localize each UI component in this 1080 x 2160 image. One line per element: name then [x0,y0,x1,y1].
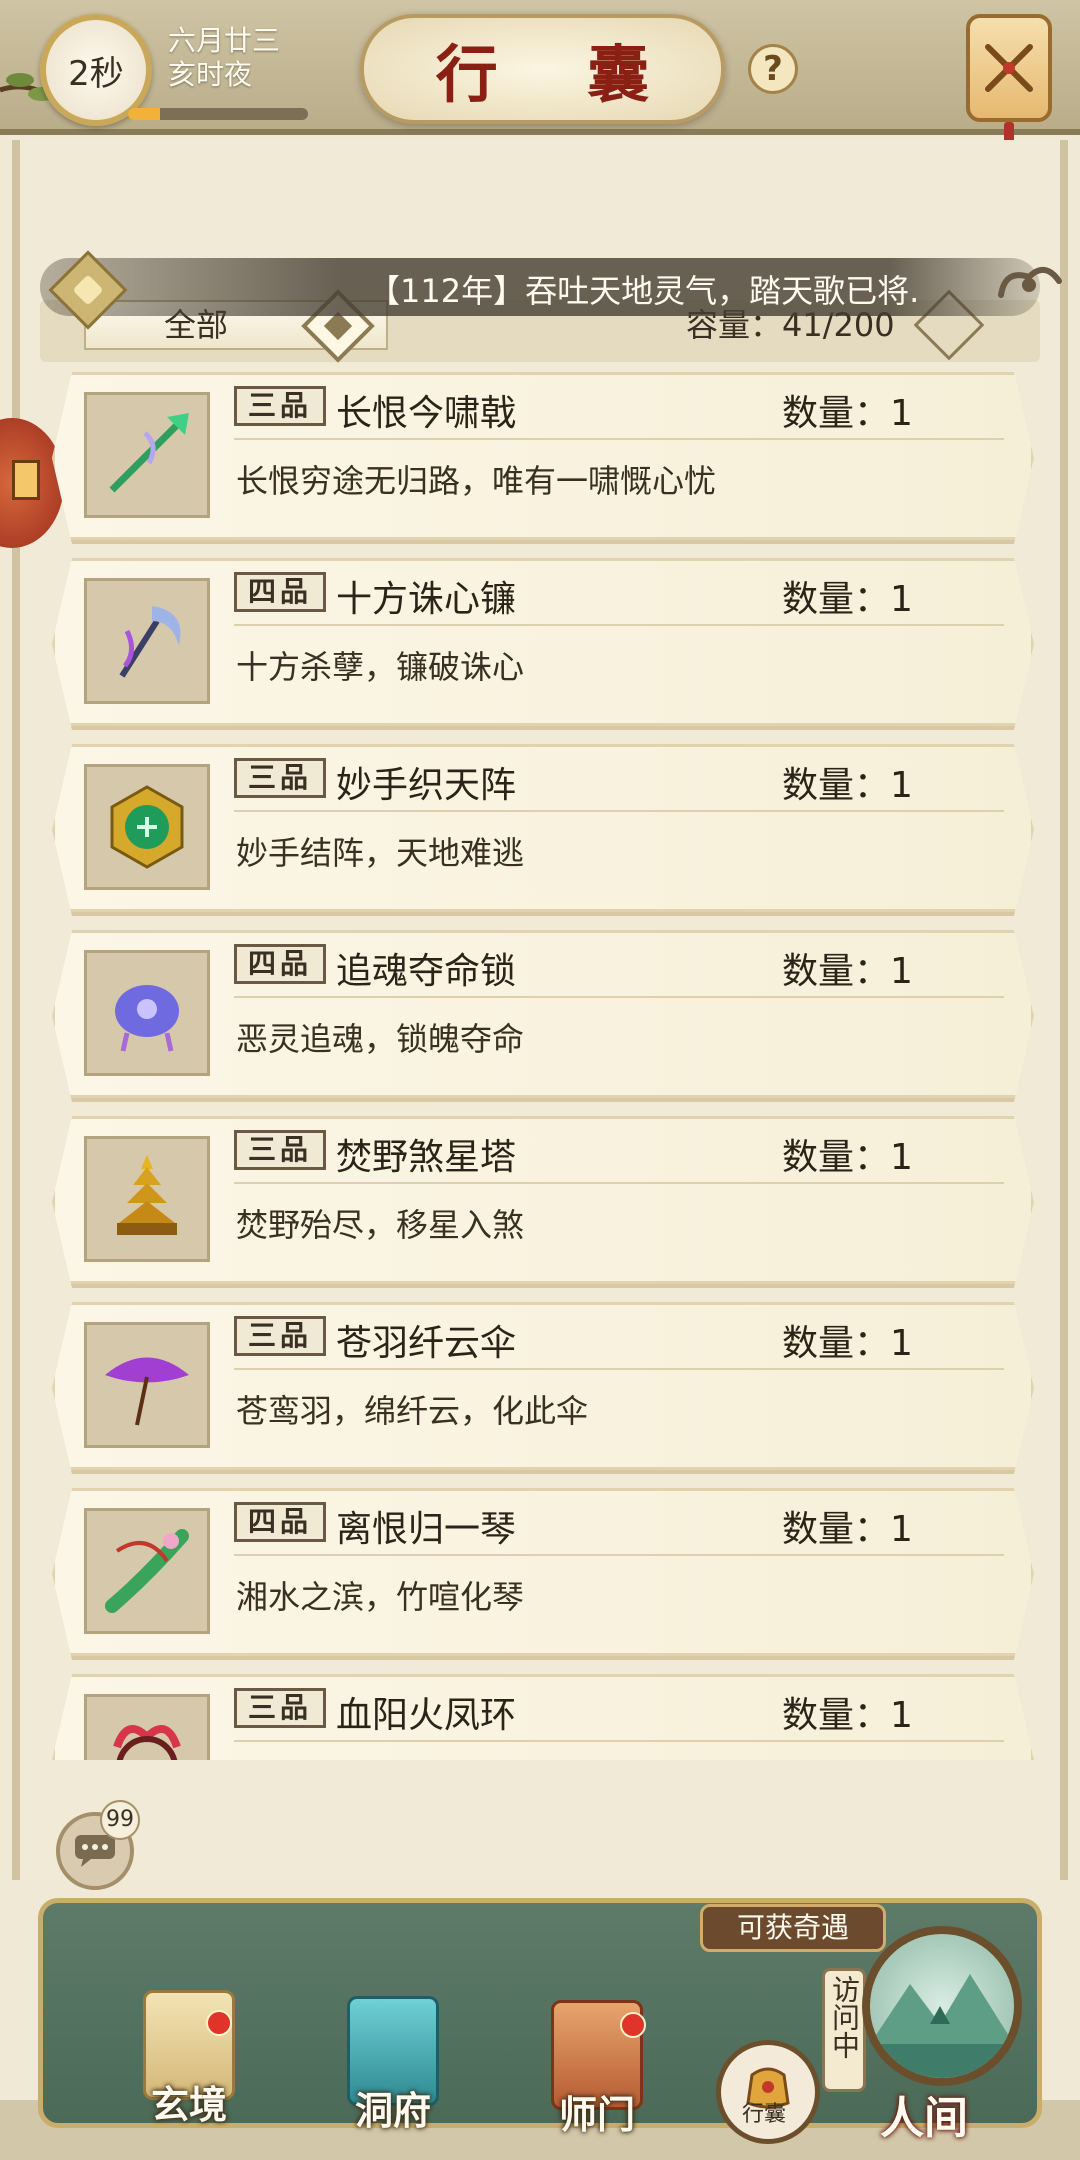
visiting-text: 访问中 [828,1975,861,2059]
array-disc-icon [110,785,184,869]
item-description: 妙手结阵，天地难逃 [236,834,525,872]
top-bar: 2秒 六月廿三 亥时夜 行 囊 ? [0,0,1080,148]
nav-shimen-label: 师门 [558,2092,635,2137]
page-title-plate: 行 囊 [360,14,725,124]
item-description: 焚野殆尽，移星入煞 [236,1206,525,1244]
item-description: 恶灵追魂，锁魄夺命 [236,1020,525,1058]
close-icon [985,44,1033,92]
umbrella-icon [105,1357,189,1426]
item-quantity: 数量：1 [782,579,913,620]
grade-badge: 四品 [234,572,326,612]
item-thumbnail [84,1694,210,1760]
item-thumbnail [84,1136,210,1262]
item-quantity: 数量：1 [782,1695,913,1736]
item-thumbnail [84,764,210,890]
item-list: 三品 长恨今啸戟 数量：1 长恨穷途无归路，唯有一啸慨心忧 四品 十方诛心镰 数… [52,372,1034,1760]
announcement-text: 【112年】吞吐天地灵气，踏天歌已将. [368,272,920,310]
grade-badge: 三品 [234,1316,326,1356]
pagoda-icon [117,1155,177,1235]
item-description: 苍鸾羽，绵纤云，化此伞 [236,1392,589,1430]
grade-badge: 四品 [234,1502,326,1542]
mountain-landscape-icon [870,1974,1014,2078]
item-quantity: 数量：1 [782,393,913,434]
item-name: 长恨今啸戟 [336,393,517,434]
game-date: 六月廿三 亥时夜 [168,24,280,92]
list-item[interactable]: 四品 追魂夺命锁 数量：1 恶灵追魂，锁魄夺命 [52,930,1034,1102]
divider [234,996,1004,998]
day-progress-fill [128,108,161,120]
item-thumbnail [84,1322,210,1448]
divider [234,624,1004,626]
phoenix-ring-icon [113,1725,181,1760]
nav-xuanjing-label: 玄境 [150,2082,227,2127]
item-thumbnail [84,950,210,1076]
item-quantity: 数量：1 [782,1323,913,1364]
grade-badge: 三品 [234,1130,326,1170]
date-line-2: 亥时夜 [168,58,253,91]
list-item[interactable]: 三品 血阳火凤环 数量：1 [52,1674,1034,1760]
list-item[interactable]: 三品 长恨今啸戟 数量：1 长恨穷途无归路，唯有一啸慨心忧 [52,372,1034,544]
day-progress-bar [128,108,308,120]
zither-icon [105,1529,189,1613]
divider [234,438,1004,440]
close-button[interactable] [966,14,1052,122]
item-quantity: 数量：1 [782,1509,913,1550]
item-description: 长恨穷途无归路，唯有一啸慨心忧 [236,462,717,500]
soul-lock-icon [115,985,179,1052]
halberd-icon [109,413,189,493]
nav-bag-label: 行囊 [742,2102,787,2127]
grade-badge: 三品 [234,386,326,426]
divider [234,1368,1004,1370]
nav-shimen-badge [620,2012,646,2038]
nav-dongfu[interactable]: 洞府 [328,1996,458,2135]
list-item[interactable]: 三品 妙手织天阵 数量：1 妙手结阵，天地难逃 [52,744,1034,916]
divider [234,1554,1004,1556]
visiting-tag: 访问中 [822,1968,866,2092]
nav-dongfu-label: 洞府 [354,2088,431,2133]
grade-badge: 四品 [234,944,326,984]
item-thumbnail [84,1508,210,1634]
encounter-badge[interactable]: 可获奇遇 [700,1904,886,1952]
divider [234,810,1004,812]
nav-xuanjing-badge [206,2010,232,2036]
item-name: 妙手织天阵 [336,765,517,806]
page-title: 行 囊 [435,38,684,111]
timer-text: 2秒 [68,53,124,94]
item-name: 离恨归一琴 [336,1509,517,1550]
list-item[interactable]: 四品 十方诛心镰 数量：1 十方杀孽，镰破诛心 [52,558,1034,730]
item-name: 血阳火凤环 [336,1695,517,1736]
nav-xuanjing[interactable]: 玄境 [124,1990,254,2129]
help-button[interactable]: ? [748,44,798,94]
announcement-marquee: 【112年】吞吐天地灵气，踏天歌已将. [40,258,1040,316]
nav-bag-button[interactable] [716,2040,820,2144]
item-description: 十方杀孽，镰破诛心 [236,648,525,686]
item-thumbnail [84,392,210,518]
item-quantity: 数量：1 [782,765,913,806]
chat-unread-badge: 99 [100,1800,140,1840]
nav-renjian-button[interactable] [862,1926,1022,2086]
chest-icon [12,460,40,500]
item-name: 追魂夺命锁 [336,951,517,992]
item-name: 苍羽纤云伞 [336,1323,517,1364]
grade-badge: 三品 [234,1688,326,1728]
item-quantity: 数量：1 [782,1137,913,1178]
item-quantity: 数量：1 [782,951,913,992]
scythe-icon [119,606,181,678]
list-item[interactable]: 四品 离恨归一琴 数量：1 湘水之滨，竹喧化琴 [52,1488,1034,1660]
cloud-decoration-icon [998,267,1062,298]
nav-renjian-label: 人间 [880,2093,968,2144]
divider [234,1740,1004,1742]
list-item[interactable]: 三品 苍羽纤云伞 数量：1 苍鸾羽，绵纤云，化此伞 [52,1302,1034,1474]
chat-bubble-icon [75,1835,115,1867]
help-icon: ? [763,49,783,89]
grade-badge: 三品 [234,758,326,798]
item-thumbnail [84,578,210,704]
item-name: 十方诛心镰 [336,579,517,620]
list-item[interactable]: 三品 焚野煞星塔 数量：1 焚野殆尽，移星入煞 [52,1116,1034,1288]
divider [234,1182,1004,1184]
item-description: 湘水之滨，竹喧化琴 [236,1578,525,1616]
date-line-1: 六月廿三 [168,24,281,57]
item-name: 焚野煞星塔 [336,1137,517,1178]
